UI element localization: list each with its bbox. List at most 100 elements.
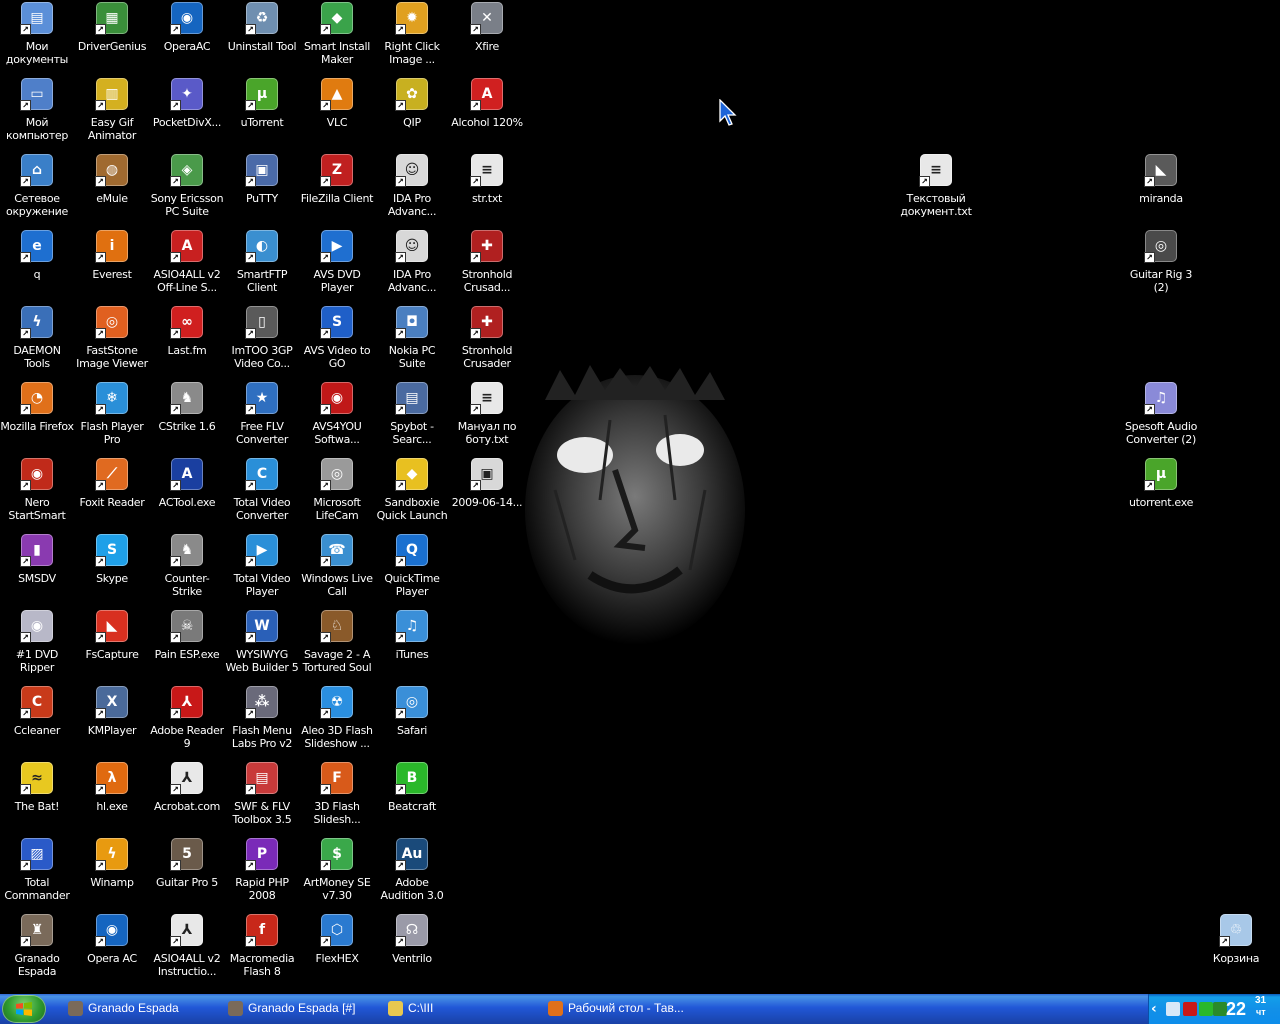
desktop-shortcut[interactable]: Au ↗ Adobe Audition 3.0 xyxy=(375,836,449,908)
desktop-shortcut[interactable]: ♜ ↗ Granado Espada xyxy=(0,912,74,984)
desktop-shortcut[interactable]: ∞ ↗ Last.fm xyxy=(150,304,224,376)
desktop-shortcut[interactable]: ◎ ↗ Guitar Rig 3 (2) xyxy=(1124,228,1198,300)
desktop-shortcut[interactable]: ◉ ↗ Opera AC xyxy=(75,912,149,984)
desktop-shortcut[interactable]: $ ↗ ArtMoney SE v7.30 xyxy=(300,836,374,908)
desktop-shortcut[interactable]: e ↗ q xyxy=(0,228,74,300)
desktop-shortcut[interactable]: W ↗ WYSIWYG Web Builder 5 xyxy=(225,608,299,680)
desktop-shortcut[interactable]: ϟ↗ DAEMON Tools Lite xyxy=(0,304,74,376)
desktop-shortcut[interactable]: ▶ ↗ AVS DVD Player xyxy=(300,228,374,300)
desktop-shortcut[interactable]: ◣ ↗ miranda xyxy=(1124,152,1198,224)
clock-hours[interactable]: 22 xyxy=(1226,997,1246,1021)
desktop-shortcut[interactable]: A ↗ Alcohol 120% xyxy=(450,76,524,148)
desktop-shortcut[interactable]: ≡ ↗ Мануал по боту.txt xyxy=(450,380,524,452)
desktop-shortcut[interactable]: ✦ ↗ PocketDivX... xyxy=(150,76,224,148)
desktop-shortcut[interactable]: ◣ ↗ FsCapture xyxy=(75,608,149,680)
desktop-shortcut[interactable]: ◎ ↗ FastStone Image Viewer xyxy=(75,304,149,376)
desktop-shortcut[interactable]: ❄ ↗ Flash Player Pro xyxy=(75,380,149,452)
desktop-shortcut[interactable]: X ↗ KMPlayer xyxy=(75,684,149,756)
desktop-shortcut[interactable]: Z ↗ FileZilla Client xyxy=(300,152,374,224)
desktop-shortcut[interactable]: Q ↗ QuickTime Player xyxy=(375,532,449,604)
desktop-shortcut[interactable]: ▣ ↗ 2009-06-14... xyxy=(450,456,524,528)
desktop-shortcut[interactable]: ≡ ↗ str.txt xyxy=(450,152,524,224)
messenger-tray-icon[interactable] xyxy=(1199,1002,1213,1016)
desktop-shortcut[interactable]: A ↗ ASIO4ALL v2 Off-Line S... xyxy=(150,228,224,300)
desktop-shortcut[interactable]: ♞↗ Counter-Strike 1.6 xyxy=(150,532,224,604)
desktop-shortcut[interactable]: ☺ ↗ IDA Pro Advanc... xyxy=(375,152,449,224)
desktop-shortcut[interactable]: ♘ ↗ Savage 2 - A Tortured Soul xyxy=(300,608,374,680)
desktop-shortcut[interactable]: ★ ↗ Free FLV Converter xyxy=(225,380,299,452)
desktop-shortcut[interactable]: ◉ ↗ #1 DVD Ripper xyxy=(0,608,74,680)
battery-tray-icon[interactable] xyxy=(1213,1002,1227,1016)
desktop-shortcut[interactable]: ✚ ↗ Stronhold Crusader xyxy=(450,304,524,376)
desktop-shortcut[interactable]: ♻ ↗ Uninstall Tool xyxy=(225,0,299,72)
desktop-shortcut[interactable]: ◘ ↗ Nokia PC Suite xyxy=(375,304,449,376)
desktop-shortcut[interactable]: ▤ ↗ SWF & FLV Toolbox 3.5 xyxy=(225,760,299,832)
desktop-shortcut[interactable]: ♲ ↗ Корзина xyxy=(1199,912,1273,984)
network-tray-icon[interactable] xyxy=(1166,1002,1180,1016)
desktop-shortcut[interactable]: f ↗ Macromedia Flash 8 xyxy=(225,912,299,984)
tray-expand-chevron-icon[interactable]: ‹ xyxy=(1151,1000,1157,1018)
desktop-shortcut[interactable]: ▤ ↗ Spybot - Searc... xyxy=(375,380,449,452)
desktop-shortcut[interactable]: ≈ ↗ The Bat! xyxy=(0,760,74,832)
desktop-shortcut[interactable]: ♞ ↗ CStrike 1.6 xyxy=(150,380,224,452)
desktop-shortcut[interactable]: ☢ ↗ Aleo 3D Flash Slideshow ... xyxy=(300,684,374,756)
taskbar-button[interactable]: Рабочий стол - Тав... xyxy=(544,996,699,1021)
desktop-shortcut[interactable]: ◉ ↗ AVS4YOU Softwa... xyxy=(300,380,374,452)
desktop-shortcut[interactable]: ◎ ↗ Microsoft LifeCam xyxy=(300,456,374,528)
desktop-shortcut[interactable]: ◈ ↗ Sony Ericsson PC Suite xyxy=(150,152,224,224)
desktop-shortcut[interactable]: ◎ ↗ Safari xyxy=(375,684,449,756)
desktop-shortcut[interactable]: ◔ ↗ Mozilla Firefox xyxy=(0,380,74,452)
desktop-shortcut[interactable]: ◆ ↗ Sandboxie Quick Launch xyxy=(375,456,449,528)
desktop-shortcut[interactable]: C ↗ Total Video Converter xyxy=(225,456,299,528)
taskbar-button[interactable]: Granado Espada xyxy=(64,996,219,1021)
desktop-shortcut[interactable]: ✹ ↗ Right Click Image ... xyxy=(375,0,449,72)
antivirus-tray-icon[interactable] xyxy=(1183,1002,1197,1016)
desktop-shortcut[interactable]: ▯ ↗ ImTOO 3GP Video Co... xyxy=(225,304,299,376)
desktop-shortcut[interactable]: ≡ ↗ Текстовый документ.txt xyxy=(899,152,973,224)
desktop-shortcut[interactable]: ⟋ ↗ Foxit Reader xyxy=(75,456,149,528)
desktop-shortcut[interactable]: S ↗ Skype xyxy=(75,532,149,604)
desktop-shortcut[interactable]: A ↗ ACTool.exe xyxy=(150,456,224,528)
desktop-shortcut[interactable]: ⬡ ↗ FlexHEX xyxy=(300,912,374,984)
desktop-shortcut[interactable]: ✿ ↗ QIP xyxy=(375,76,449,148)
taskbar-button[interactable]: Granado Espada [#] xyxy=(224,996,379,1021)
desktop-shortcut[interactable]: ☺ ↗ IDA Pro Advanc... xyxy=(375,228,449,300)
desktop-shortcut[interactable]: ◆ ↗ Smart Install Maker xyxy=(300,0,374,72)
desktop-shortcut[interactable]: ♫ ↗ iTunes xyxy=(375,608,449,680)
clock-minutes[interactable]: 31 xyxy=(1255,995,1266,1006)
desktop-shortcut[interactable]: ◍ ↗ eMule xyxy=(75,152,149,224)
desktop-shortcut[interactable]: F ↗ 3D Flash Slidesh... xyxy=(300,760,374,832)
desktop-shortcut[interactable]: ▲ ↗ VLC xyxy=(300,76,374,148)
desktop-shortcut[interactable]: ✚ ↗ Stronhold Crusad... xyxy=(450,228,524,300)
desktop-shortcut[interactable]: ◉ ↗ Nero StartSmart xyxy=(0,456,74,528)
desktop-shortcut[interactable]: ☎ ↗ Windows Live Call xyxy=(300,532,374,604)
desktop-shortcut[interactable]: S ↗ AVS Video to GO xyxy=(300,304,374,376)
desktop-shortcut[interactable]: ✕ ↗ Xfire xyxy=(450,0,524,72)
desktop-shortcut[interactable]: µ ↗ uTorrent xyxy=(225,76,299,148)
desktop-shortcut[interactable]: ⅄ ↗ ASIO4ALL v2 Instructio... xyxy=(150,912,224,984)
desktop-shortcut[interactable]: P ↗ Rapid PHP 2008 xyxy=(225,836,299,908)
desktop-shortcut[interactable]: ▮ ↗ SMSDV xyxy=(0,532,74,604)
desktop-shortcut[interactable]: ◉ ↗ OperaAC xyxy=(150,0,224,72)
desktop-shortcut[interactable]: ▤ ↗ Мои документы xyxy=(0,0,74,72)
desktop-shortcut[interactable]: ▨ ↗ Total Commander xyxy=(0,836,74,908)
desktop-shortcut[interactable]: ⅄ ↗ Adobe Reader 9 xyxy=(150,684,224,756)
taskbar-button[interactable]: C:\III xyxy=(384,996,539,1021)
desktop-shortcut[interactable]: ▥ ↗ Easy Gif Animator xyxy=(75,76,149,148)
desktop-shortcut[interactable]: ▭ ↗ Мой компьютер xyxy=(0,76,74,148)
desktop-shortcut[interactable]: ϟ ↗ Winamp xyxy=(75,836,149,908)
desktop-shortcut[interactable]: λ ↗ hl.exe xyxy=(75,760,149,832)
desktop-shortcut[interactable]: 5 ↗ Guitar Pro 5 xyxy=(150,836,224,908)
desktop-shortcut[interactable]: ☠ ↗ Pain ESP.exe xyxy=(150,608,224,680)
desktop-shortcut[interactable]: C ↗ Ccleaner xyxy=(0,684,74,756)
desktop-shortcut[interactable]: i ↗ Everest xyxy=(75,228,149,300)
desktop-shortcut[interactable]: ♫ ↗ Spesoft Audio Converter (2) xyxy=(1124,380,1198,452)
desktop-shortcut[interactable]: ⁂ ↗ Flash Menu Labs Pro v2 xyxy=(225,684,299,756)
desktop-shortcut[interactable]: B ↗ Beatcraft xyxy=(375,760,449,832)
desktop-shortcut[interactable]: ◐ ↗ SmartFTP Client xyxy=(225,228,299,300)
desktop-shortcut[interactable]: µ ↗ utorrent.exe xyxy=(1124,456,1198,528)
desktop-shortcut[interactable]: ▦ ↗ DriverGenius xyxy=(75,0,149,72)
desktop-shortcut[interactable]: ▣ ↗ PuTTY xyxy=(225,152,299,224)
desktop-shortcut[interactable]: ⅄ ↗ Acrobat.com xyxy=(150,760,224,832)
start-button[interactable] xyxy=(2,995,46,1023)
